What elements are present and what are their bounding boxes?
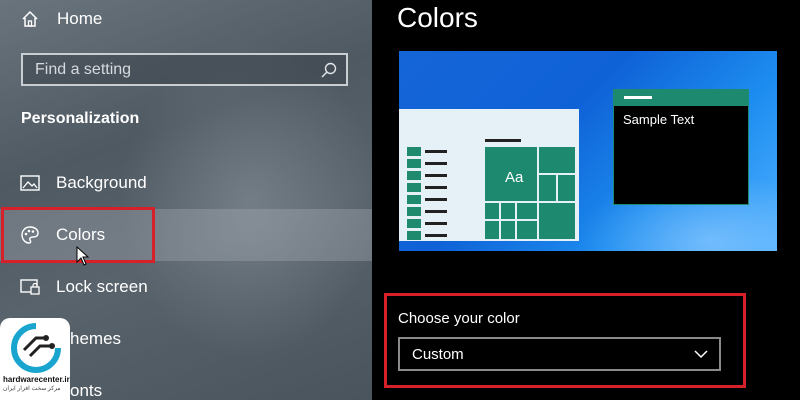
choose-color-label: Choose your color [398, 310, 520, 327]
page-title: Colors [397, 2, 478, 33]
dropdown-value: Custom [412, 346, 464, 363]
preview-tile-text: Aa [505, 169, 524, 186]
watermark-logo: hardwarecenter.ir مرکز سخت افزار ایران [0, 318, 70, 400]
watermark-site: hardwarecenter.ir [3, 375, 70, 384]
sidebar-item-label: hemes [70, 329, 122, 348]
settings-sidebar: Home Find a setting Personalization Back… [0, 0, 372, 400]
section-title: Personalization [21, 110, 140, 127]
search-input[interactable]: Find a setting [21, 53, 348, 86]
sidebar-item-label: Lock screen [56, 277, 148, 296]
watermark-subtitle: مرکز سخت افزار ایران [3, 386, 61, 392]
choose-color-dropdown[interactable]: Custom [398, 337, 721, 371]
color-preview: Aa Sample Text [399, 51, 777, 251]
home-label: Home [57, 9, 103, 28]
sidebar-item-label: onts [70, 381, 103, 400]
search-icon[interactable] [320, 61, 338, 79]
sidebar-item-background[interactable]: Background [0, 157, 372, 209]
sample-text: Sample Text [623, 112, 695, 127]
sidebar-item-lock-screen[interactable]: Lock screen [0, 261, 372, 313]
search-placeholder: Find a setting [35, 61, 132, 78]
preview-title-bar [485, 139, 521, 142]
lock-screen-icon [19, 276, 41, 298]
home-nav-item[interactable]: Home [0, 0, 372, 38]
sample-titlebar-dash [624, 96, 652, 99]
sidebar-item-label: Background [56, 173, 147, 192]
preview-sample-window: Sample Text [613, 89, 749, 205]
chevron-down-icon [693, 347, 709, 361]
image-icon [19, 172, 41, 194]
preview-tiles [485, 147, 575, 239]
home-icon [19, 8, 41, 30]
